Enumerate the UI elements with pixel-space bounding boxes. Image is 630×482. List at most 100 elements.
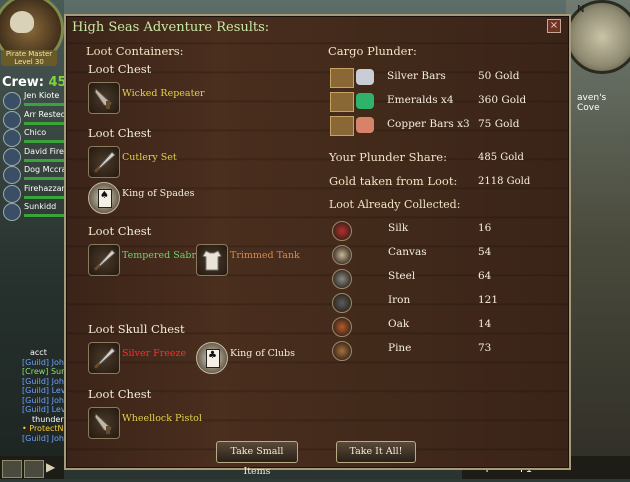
- cargo-goods-icon: [356, 69, 374, 85]
- cargo-item-icon: [330, 91, 380, 112]
- loot-item-label[interactable]: Tempered Sabre: [122, 250, 202, 261]
- material-icon: [332, 341, 352, 361]
- loot-item-label[interactable]: King of Spades: [122, 188, 194, 199]
- shirt-icon[interactable]: [196, 244, 228, 276]
- gun-icon[interactable]: [88, 82, 120, 114]
- cargo-item-value: 50 Gold: [478, 70, 520, 82]
- plunder-share-label: Your Plunder Share:: [329, 150, 447, 164]
- loot-item-label[interactable]: Trimmed Tank: [230, 250, 300, 261]
- gun-icon[interactable]: [88, 407, 120, 439]
- material-count: 121: [478, 294, 499, 306]
- card-suit-icon: ♠: [100, 190, 109, 201]
- cargo-item-icon: [330, 115, 380, 136]
- material-name: Silk: [388, 222, 409, 234]
- material-name: Iron: [388, 294, 411, 306]
- loot-chest-title: Loot Chest: [88, 62, 152, 76]
- crew-member-row[interactable]: Sunkidd: [0, 202, 64, 221]
- crew-prefix: Crew:: [2, 75, 49, 90]
- close-button[interactable]: ×: [547, 19, 561, 33]
- chat-line: acct: [30, 348, 47, 357]
- crew-health-bar: [24, 103, 64, 106]
- chat-line: [Guild] Levia: [22, 405, 73, 414]
- loot-item-label[interactable]: Wheellock Pistol: [122, 413, 202, 424]
- crew-member-row[interactable]: Chico: [0, 128, 64, 147]
- loot-item-label[interactable]: Silver Freeze: [122, 348, 186, 359]
- loot-chest-title: Loot Skull Chest: [88, 322, 185, 336]
- chat-bubble-icon[interactable]: [24, 460, 44, 478]
- take-it-all-button[interactable]: Take It All!: [336, 441, 416, 463]
- cargo-item-name: Silver Bars: [387, 70, 446, 82]
- loot-item-label[interactable]: Wicked Repeater: [122, 88, 205, 99]
- cargo-item-value: 360 Gold: [478, 94, 527, 106]
- crew-member-icon: [3, 203, 21, 221]
- cargo-item-name: Copper Bars x3: [387, 118, 470, 130]
- cargo-plunder-heading: Cargo Plunder:: [328, 44, 417, 58]
- sword-icon[interactable]: [88, 342, 120, 374]
- crew-member-row[interactable]: Jen Kiote: [0, 91, 64, 110]
- material-count: 73: [478, 342, 492, 354]
- card-suit-icon: ♣: [208, 350, 217, 361]
- material-icon: [332, 317, 352, 337]
- pirate-rank-label: Pirate Master Level 30: [1, 50, 57, 66]
- crew-health-bar: [24, 121, 64, 125]
- crew-member-icon: [3, 92, 21, 110]
- chat-line: [Guild] Johns: [22, 433, 74, 443]
- collected-heading: Loot Already Collected:: [329, 198, 461, 211]
- chat-line: [Guild] Johns: [22, 376, 74, 386]
- crew-health-bar: [24, 158, 64, 162]
- material-icon: [332, 221, 352, 241]
- chat-line: [Guild] Johns: [22, 357, 74, 367]
- crew-health-bar: [24, 214, 64, 217]
- loot-item-label[interactable]: Cutlery Set: [122, 152, 177, 163]
- cargo-item-value: 75 Gold: [478, 118, 520, 130]
- playing-card-icon[interactable]: ♣: [196, 342, 228, 374]
- crew-member-row[interactable]: Dog Mccras: [0, 165, 71, 184]
- cargo-goods-icon: [356, 93, 374, 109]
- playing-card-icon[interactable]: ♠: [88, 182, 120, 214]
- panel-title: High Seas Adventure Results:: [72, 20, 270, 35]
- crew-health-bar: [24, 195, 64, 199]
- material-icon: [332, 293, 352, 313]
- loot-chest-title: Loot Chest: [88, 224, 152, 238]
- crew-member-name: Sunkidd: [24, 202, 57, 211]
- material-name: Oak: [388, 318, 410, 330]
- gold-taken-value: 2118 Gold: [478, 176, 531, 187]
- crew-member-icon: [3, 110, 21, 129]
- crew-member-icon: [3, 129, 21, 147]
- loot-chest-title: Loot Chest: [88, 126, 152, 140]
- crew-member-row[interactable]: David Firera: [0, 147, 72, 166]
- chat-send-arrow-icon[interactable]: ▶: [46, 460, 58, 476]
- material-count: 16: [478, 222, 492, 234]
- crate-icon: [330, 116, 354, 136]
- take-small-items-button[interactable]: Take Small Items: [216, 441, 298, 477]
- crate-icon: [330, 68, 354, 88]
- crew-member-icon: [3, 166, 21, 184]
- material-name: Pine: [388, 342, 412, 354]
- material-name: Steel: [388, 270, 416, 282]
- sword-icon[interactable]: [88, 146, 120, 178]
- sword-icon[interactable]: [88, 244, 120, 276]
- chat-line: [Guild] Johns: [22, 395, 74, 405]
- crate-icon: [330, 92, 354, 112]
- crew-member-icon: [3, 184, 21, 203]
- loot-containers-heading: Loot Containers:: [86, 44, 184, 58]
- chat-log[interactable]: acct [Guild] Johns [Crew] Sunk [Guild] John…: [22, 348, 74, 443]
- chat-line: thundersp: [32, 414, 73, 424]
- crew-member-name: Jen Kiote: [24, 91, 60, 100]
- material-count: 54: [478, 246, 492, 258]
- chat-mode-button[interactable]: [2, 460, 22, 478]
- material-icon: [332, 245, 352, 265]
- material-icon: [332, 269, 352, 289]
- crew-member-name: Firehazzard: [24, 183, 70, 193]
- material-count: 64: [478, 270, 492, 282]
- loot-item-label[interactable]: King of Clubs: [230, 348, 295, 359]
- location-label: aven's Cove: [577, 93, 607, 113]
- crew-member-row[interactable]: Firehazzard: [0, 184, 70, 203]
- chat-line: [Guild] Levia: [22, 386, 73, 395]
- crew-member-row[interactable]: Arr Rested: [0, 110, 66, 129]
- crew-member-name: Chico: [24, 128, 47, 137]
- crew-health-bar: [24, 177, 64, 180]
- compass-minimap[interactable]: [565, 0, 630, 74]
- chat-line: • ProtectNR: [22, 424, 70, 433]
- gold-taken-label: Gold taken from Loot:: [329, 174, 458, 188]
